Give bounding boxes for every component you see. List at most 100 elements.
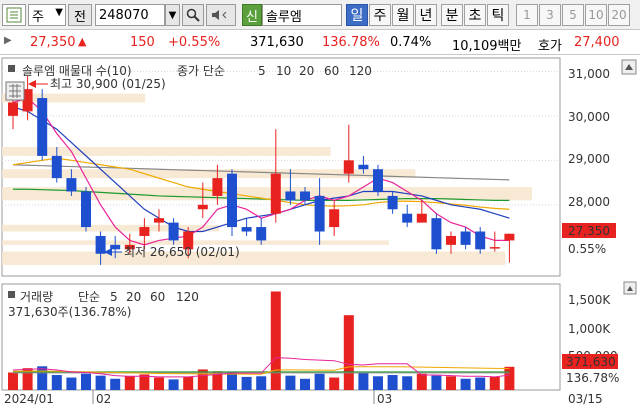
chevron-right-icon: ▶	[4, 35, 12, 46]
volume-bar	[37, 366, 48, 390]
tab-week[interactable]: 주	[369, 4, 391, 26]
tab-interval-5[interactable]: 5	[562, 4, 584, 26]
tab-month[interactable]: 월	[392, 4, 414, 26]
ask-price: 27,400	[574, 35, 620, 50]
stock-name-field[interactable]: 솔루엠	[262, 4, 342, 26]
volume-bar	[402, 376, 413, 390]
speaker-icon[interactable]	[206, 4, 236, 26]
candle-body	[8, 102, 18, 116]
volume-ratio: 136.78%	[322, 35, 380, 50]
grid-menu-icon[interactable]	[2, 4, 26, 26]
volume-bar	[183, 376, 194, 390]
y-tick-28000: 28,000	[568, 195, 610, 209]
candle-body	[300, 191, 310, 201]
price-change-pct: +0.55%	[168, 35, 221, 50]
stock-name-value: 솔루엠	[266, 9, 302, 25]
vol-ma-legend-5: 5	[110, 290, 118, 304]
volume-profile-bar	[2, 251, 506, 265]
ma-legend-label: 종가 단순	[177, 64, 225, 78]
ma-legend-20: 20	[299, 64, 314, 78]
tab-day[interactable]: 일	[346, 4, 368, 26]
candle-body	[460, 231, 471, 245]
candle-body	[51, 155, 62, 179]
volume-legend-label: 거래량	[20, 290, 53, 304]
x-label-03: 03	[377, 392, 392, 406]
legend-marker	[8, 291, 15, 298]
period-type-select[interactable]: 주 ▼	[28, 4, 66, 26]
volume-y-axis: 1,500K 1,000K 500,000 371,630 136.78%	[562, 293, 619, 385]
volume-bar	[358, 372, 369, 390]
x-label-03-15: 03/15	[568, 392, 603, 406]
vol-ma-legend-label: 단순	[78, 290, 100, 304]
candle-body	[139, 227, 150, 236]
volume-bar	[227, 371, 237, 390]
volume-bar	[110, 378, 121, 390]
volume-profile-bar	[2, 146, 331, 156]
candle-body	[343, 160, 354, 174]
period-type-value: 주	[32, 9, 44, 25]
tab-interval-3[interactable]: 3	[539, 4, 561, 26]
volume-bar	[256, 376, 267, 390]
volume-bar	[489, 376, 500, 390]
ma-legend-5: 5	[258, 64, 266, 78]
chevron-down-icon[interactable]: ▼	[165, 4, 180, 26]
candle-body	[227, 173, 237, 228]
volume-profile-legend: 솔루엠 매물대 수(10)	[22, 64, 132, 78]
x-label-02: 02	[96, 392, 111, 406]
candle-body	[446, 235, 456, 245]
volume-bar	[475, 377, 486, 390]
tab-interval-10[interactable]: 10	[585, 4, 607, 26]
candle-body	[81, 191, 91, 228]
candle-body	[95, 235, 106, 254]
candle-body	[270, 173, 281, 214]
candle-body	[431, 218, 442, 250]
search-icon[interactable]	[182, 4, 204, 26]
vol-ma-legend-20: 20	[126, 290, 141, 304]
volume-bar	[124, 376, 135, 390]
vol-tick-1000k: 1,000K	[568, 322, 611, 336]
volume-bar	[446, 376, 456, 390]
candle-body	[416, 213, 427, 223]
y-tick-30000: 30,000	[568, 110, 610, 124]
scroll-up-icon[interactable]	[621, 59, 637, 75]
mode-button[interactable]: 전	[68, 4, 92, 26]
candle-body	[168, 222, 179, 241]
scroll-up-icon[interactable]	[623, 281, 637, 295]
stock-code-value: 248070	[99, 7, 149, 23]
link-button[interactable]: 신	[242, 4, 262, 26]
tab-year[interactable]: 년	[415, 4, 437, 26]
candle-body	[212, 178, 223, 196]
toolbar: 주 ▼ 전 248070 ▼ 신 솔루엠 일 주 월 년 분 초 틱 1 3 5…	[0, 0, 640, 30]
volume-bar	[373, 376, 383, 390]
turnover-rate: 0.74%	[390, 35, 432, 50]
candle-body	[256, 227, 267, 241]
stock-code-input[interactable]: 248070	[95, 4, 165, 26]
tab-second[interactable]: 초	[464, 4, 486, 26]
current-price: 27,350	[30, 35, 76, 50]
volume-bar	[431, 375, 442, 390]
volume-bar	[329, 377, 340, 390]
volume-value: 371,630	[250, 35, 304, 50]
candle-body	[329, 209, 340, 228]
tab-tick[interactable]: 틱	[487, 4, 509, 26]
candle-body	[475, 231, 486, 250]
volume-bar	[285, 375, 296, 390]
tab-interval-1[interactable]: 1	[516, 4, 538, 26]
candle-body	[489, 247, 500, 249]
volume-bar	[51, 375, 62, 390]
legend-marker	[8, 65, 15, 72]
volume-bar	[343, 315, 354, 390]
ma-legend-60: 60	[324, 64, 339, 78]
tab-interval-20[interactable]: 20	[608, 4, 630, 26]
volume-bar	[416, 373, 427, 390]
stock-chart[interactable]: 솔루엠 매물대 수(10) 종가 단순 5 10 20 60 120 최고 30…	[0, 56, 640, 408]
volume-bar	[8, 372, 18, 390]
tab-minute[interactable]: 분	[441, 4, 463, 26]
calculator-icon[interactable]	[5, 81, 25, 101]
candle-body	[373, 169, 383, 192]
high-label: 최고 30,900 (01/25)	[50, 77, 166, 91]
low-label: 최저 26,650 (02/01)	[124, 245, 240, 259]
current-price-tag-text: 27,350	[568, 224, 610, 238]
volume-bar	[154, 377, 164, 390]
quote-bar: ▶ 27,350 ▲ 150 +0.55% 371,630 136.78% 0.…	[0, 31, 640, 55]
